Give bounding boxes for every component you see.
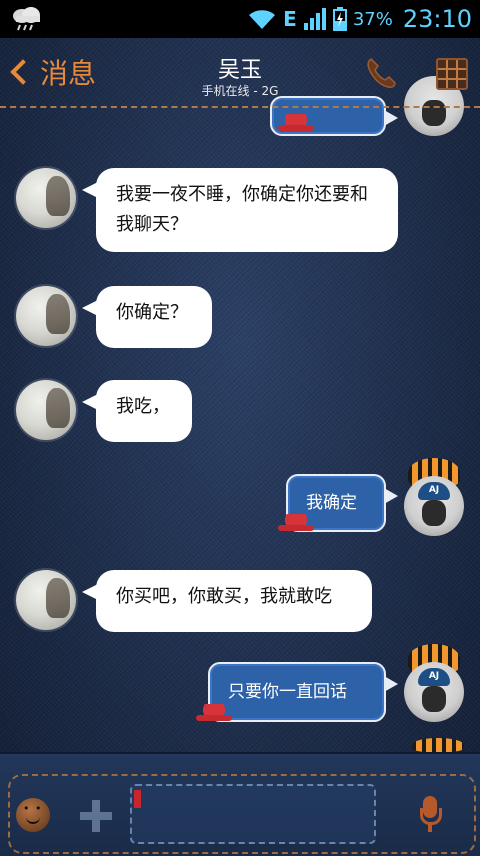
clock: 23:10 <box>402 5 472 33</box>
message-text: 我要一夜不睡，你确定你还要和我聊天？ <box>116 184 368 235</box>
input-bar <box>0 752 480 856</box>
grid-menu-icon[interactable] <box>436 58 468 90</box>
message-text: 只要你一直回话 <box>228 682 347 702</box>
status-bar: E 37% 23:10 <box>0 0 480 38</box>
pocket-tag-decoration <box>134 790 141 808</box>
message-bubble[interactable]: 你买吧，你敢买，我就敢吃 <box>82 570 372 632</box>
chat-header: 消息 吴玉 手机在线 - 2G <box>0 38 480 108</box>
tiger-ears-decoration <box>412 738 464 752</box>
contact-status: 手机在线 - 2G <box>201 84 279 98</box>
my-avatar[interactable]: AJ <box>404 662 464 722</box>
message-input[interactable] <box>130 784 376 844</box>
cloud-rain-icon <box>13 7 40 31</box>
contact-name: 吴玉 <box>217 58 262 83</box>
message-text: 你买吧，你敢买，我就敢吃 <box>116 586 332 607</box>
wifi-icon <box>249 10 276 29</box>
smiley-icon[interactable] <box>16 798 50 832</box>
message-bubble[interactable]: 我要一夜不睡，你确定你还要和我聊天？ <box>82 168 398 252</box>
header-stitch-divider <box>0 106 480 108</box>
battery-percent: 37% <box>352 8 393 30</box>
message-bubble[interactable]: 你确定？ <box>82 286 212 348</box>
battery-charging-icon <box>332 7 347 31</box>
signal-bars-icon <box>303 8 326 30</box>
phone-icon[interactable] <box>364 56 398 90</box>
message-bubble[interactable]: 我吃， <box>82 380 192 442</box>
contact-avatar[interactable] <box>16 380 76 440</box>
contact-avatar[interactable] <box>16 168 76 228</box>
microphone-icon[interactable] <box>418 796 442 834</box>
contact-avatar[interactable] <box>16 286 76 346</box>
message-text: 我吃， <box>116 396 170 417</box>
my-avatar[interactable]: AJ <box>404 476 464 536</box>
message-text: 我确定 <box>306 493 357 513</box>
message-bubble[interactable]: 只要你一直回话 <box>208 662 398 722</box>
hat-decoration-icon <box>196 704 232 724</box>
hat-decoration-icon <box>278 514 314 534</box>
hat-decoration-icon <box>278 114 314 134</box>
message-text: 你确定？ <box>116 302 188 323</box>
network-type: E <box>283 7 297 31</box>
denim-background <box>0 0 480 854</box>
contact-avatar[interactable] <box>16 570 76 630</box>
plus-icon[interactable] <box>80 800 112 832</box>
